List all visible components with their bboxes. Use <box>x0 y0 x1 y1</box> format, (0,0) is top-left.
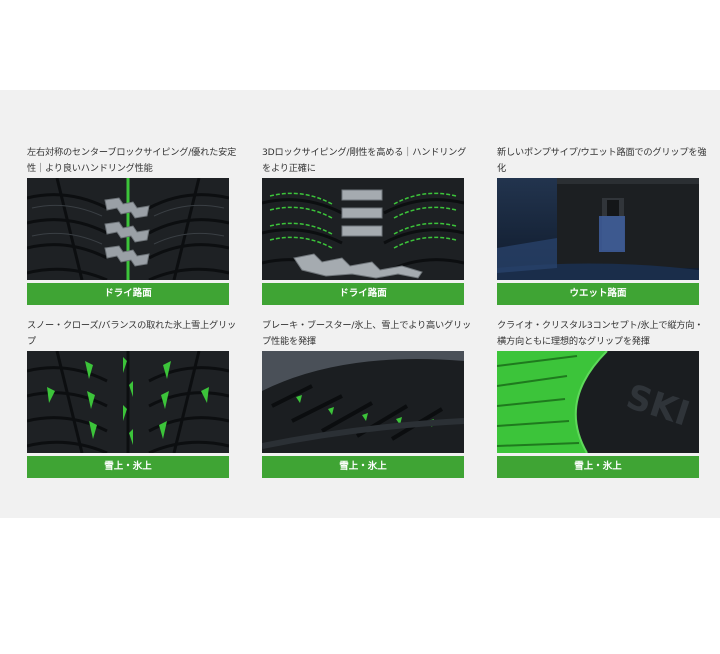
feature-caption: ブレーキ・ブースター/氷上、雪上でより高いグリップ性能を発揮 <box>262 320 471 347</box>
road-condition-label: 雪上・氷上 <box>497 456 699 478</box>
road-condition-label: ドライ路面 <box>262 283 464 305</box>
feature-caption: 左右対称のセンターブロックサイピング/優れた安定性｜より良いハンドリング性能 <box>27 147 237 174</box>
tire-brake-booster-image <box>262 351 464 453</box>
road-condition-label: ウエット路面 <box>497 283 699 305</box>
feature-caption: 3Dロックサイピング/剛性を高める｜ハンドリングをより正確に <box>262 147 467 174</box>
feature-caption: 新しいポンプサイプ/ウエット路面でのグリップを強化 <box>497 147 707 174</box>
tread-3d-lock-image <box>262 178 464 280</box>
tire-cryo-crystal-image: SKI <box>497 351 699 453</box>
road-condition-label: 雪上・氷上 <box>262 456 464 478</box>
road-condition-label: ドライ路面 <box>27 283 229 305</box>
pump-sipe-wet-image <box>497 178 699 280</box>
tread-snow-claws-image <box>27 351 229 453</box>
tread-center-block-image <box>27 178 229 280</box>
feature-caption: クライオ・クリスタル3コンセプト/氷上で縦方向・横方向ともに理想的なグリップを発… <box>497 320 704 347</box>
road-condition-label: 雪上・氷上 <box>27 456 229 478</box>
feature-caption: スノー・クローズ/バランスの取れた氷上雪上グリップ <box>27 320 236 347</box>
